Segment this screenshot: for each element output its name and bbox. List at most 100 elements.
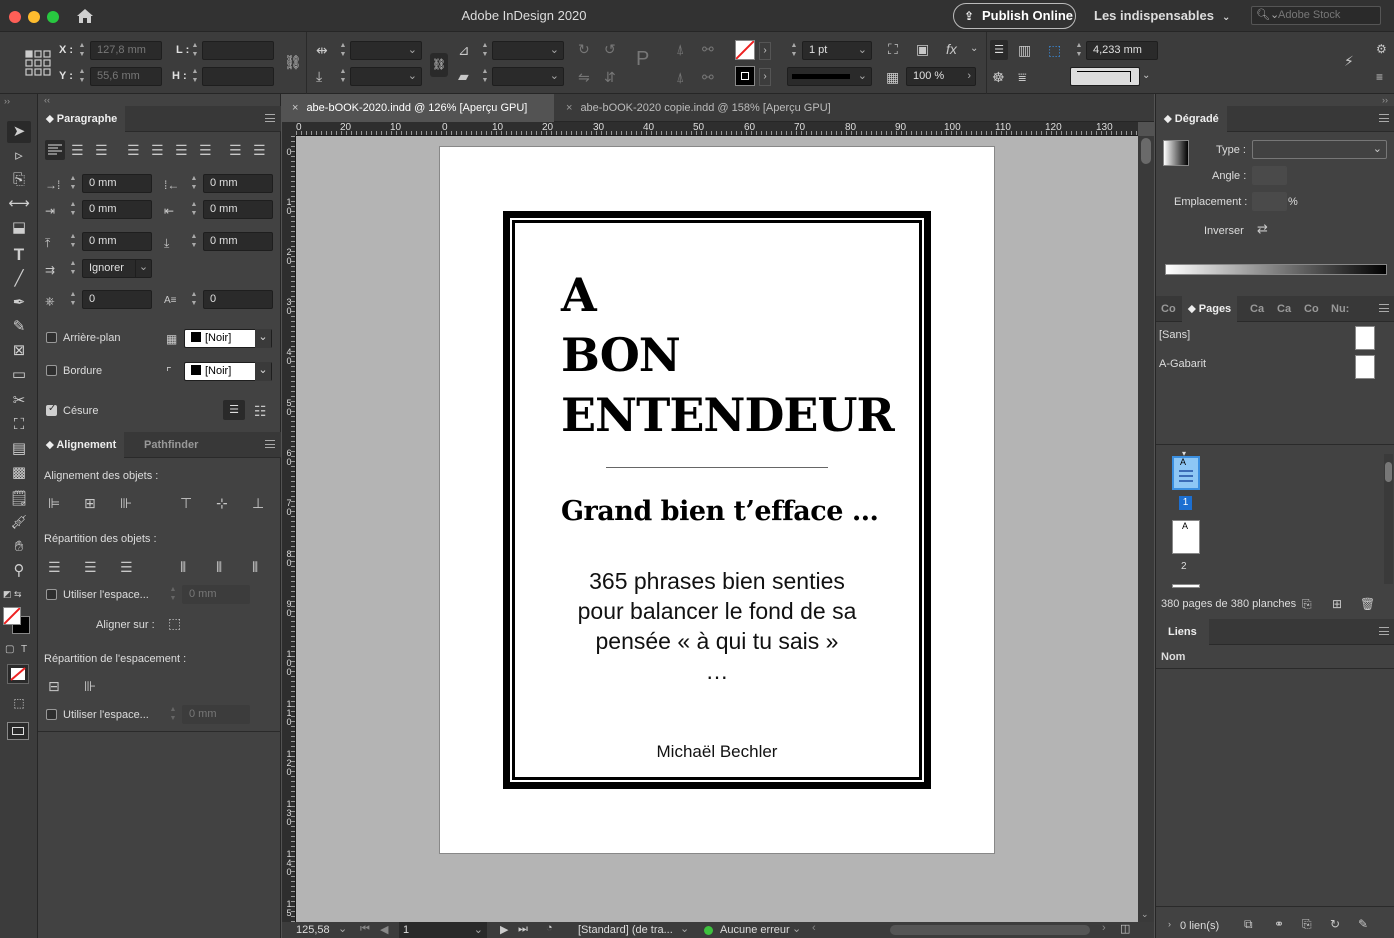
- align-towards-spine-icon[interactable]: ☰: [229, 143, 242, 157]
- master-none[interactable]: [Sans]: [1159, 329, 1190, 341]
- gradient-swatch-tool-icon[interactable]: ▤: [7, 438, 31, 460]
- gap-tool-icon[interactable]: ⟷: [7, 193, 31, 215]
- text-wrap-jump-icon[interactable]: ⩸: [1018, 70, 1027, 84]
- select-content-icon[interactable]: ⚯: [702, 42, 714, 56]
- workspace-switcher[interactable]: Les indispensables ⌄: [1094, 8, 1230, 23]
- corner-shape-dropdown[interactable]: [1070, 67, 1140, 86]
- next-page-icon[interactable]: ▶: [500, 923, 508, 936]
- constrain-proportions-icon[interactable]: ⛓: [284, 55, 302, 69]
- open-page-icon[interactable]: ◔: [546, 922, 553, 934]
- page-2-thumbnail[interactable]: A: [1172, 520, 1200, 554]
- border-checkbox[interactable]: [46, 365, 57, 376]
- preview-mode-icon[interactable]: ⬚: [7, 692, 31, 714]
- relink-icon[interactable]: ⚭: [1274, 917, 1284, 931]
- hyphenate-checkbox[interactable]: [46, 403, 57, 416]
- scale-x-stepper[interactable]: ▲ ▼: [338, 41, 348, 60]
- x-field[interactable]: 127,8 mm: [90, 41, 162, 60]
- links-name-column[interactable]: Nom: [1161, 651, 1185, 663]
- master-none-thumbnail[interactable]: [1355, 326, 1375, 350]
- align-to-selection-icon[interactable]: ⬚: [168, 616, 181, 630]
- left-indent-stepper[interactable]: ▲ ▼: [68, 174, 78, 193]
- tab-paragraph[interactable]: ⬥ Paragraphe: [38, 106, 126, 132]
- select-previous-icon[interactable]: ⍋: [676, 70, 684, 84]
- shear-field[interactable]: ⌄: [492, 67, 564, 86]
- page-size-icon[interactable]: ⎘: [1302, 597, 1312, 611]
- tab-links[interactable]: Liens: [1156, 619, 1209, 645]
- single-column-icon[interactable]: ☰: [223, 400, 245, 420]
- formatting-container-icon[interactable]: ▢: [5, 644, 14, 655]
- default-colors-icon[interactable]: ◩ ⇆: [3, 589, 22, 600]
- quick-apply-icon[interactable]: ⚡︎: [1344, 54, 1354, 68]
- style-indicator[interactable]: [Standard] (de tra...: [578, 924, 673, 936]
- rotate-stepper[interactable]: ▲ ▼: [480, 41, 490, 60]
- panel-menu-icon[interactable]: [265, 440, 275, 448]
- align-left-edges-icon[interactable]: ⊫: [48, 496, 60, 510]
- pencil-tool-icon[interactable]: ✎: [7, 316, 31, 338]
- tab-gradient[interactable]: ⬥ Dégradé: [1156, 106, 1227, 132]
- distribute-vspace-icon[interactable]: ⊟: [48, 679, 60, 693]
- tab-alignment[interactable]: ⬥ Alignement: [38, 432, 125, 458]
- page-1-thumbnail[interactable]: A: [1172, 456, 1200, 490]
- select-container-icon[interactable]: ⍋: [676, 42, 684, 56]
- space-after-field[interactable]: 0 mm: [203, 232, 273, 251]
- master-a-thumbnail[interactable]: [1355, 355, 1375, 379]
- eyedropper-tool-icon[interactable]: 💉︎: [7, 512, 31, 534]
- update-link-icon[interactable]: ↻: [1330, 917, 1340, 931]
- text-wrap-bbox-icon[interactable]: ▥: [1018, 43, 1031, 57]
- last-line-indent-stepper[interactable]: ▲ ▼: [189, 200, 199, 219]
- height-field[interactable]: [202, 67, 274, 86]
- selection-tool-icon[interactable]: ➤: [7, 121, 31, 143]
- line-tool-icon[interactable]: ╱: [7, 268, 31, 290]
- align-vertical-centers-icon[interactable]: ⊹: [216, 496, 228, 510]
- gradient-location-field[interactable]: [1252, 192, 1287, 211]
- stroke-menu-arrow-icon[interactable]: ›: [759, 68, 771, 86]
- panel-menu-icon[interactable]: [265, 114, 275, 122]
- flip-horizontal-icon[interactable]: ⇋: [578, 70, 590, 84]
- last-line-indent-field[interactable]: 0 mm: [203, 200, 273, 219]
- stock-search-input[interactable]: 🔍︎⌄ Adobe Stock: [1251, 6, 1381, 25]
- apply-none-icon[interactable]: [7, 664, 29, 684]
- scroll-thumb[interactable]: [1141, 138, 1151, 164]
- align-to-grid-dropdown[interactable]: Ignorer ⌄: [82, 259, 152, 278]
- zoom-tool-icon[interactable]: ⚲: [7, 560, 31, 582]
- reverse-gradient-icon[interactable]: ⇄: [1257, 222, 1268, 236]
- page-tool-icon[interactable]: ⎘: [7, 169, 31, 191]
- panel-menu-icon[interactable]: [1379, 114, 1389, 122]
- tab-co[interactable]: Co: [1156, 296, 1181, 322]
- fit-frame-icon[interactable]: ⛶: [888, 42, 898, 56]
- cc-libraries-icon[interactable]: ⧉: [1244, 917, 1253, 931]
- tab-nu[interactable]: Nu:: [1323, 296, 1357, 322]
- zoom-menu-icon[interactable]: ⌄: [338, 922, 347, 935]
- span-columns-icon[interactable]: ☷: [254, 404, 267, 418]
- offset-stepper[interactable]: ▲ ▼: [1074, 41, 1084, 60]
- shading-color-dropdown[interactable]: [Noir] ⌄: [184, 329, 272, 348]
- rotate-ccw-icon[interactable]: ↺: [604, 42, 616, 56]
- gradient-angle-field[interactable]: [1252, 166, 1287, 185]
- gradient-feather-tool-icon[interactable]: ▩: [7, 462, 31, 484]
- horizontal-ruler[interactable]: 0 20 10 0 10 20 30 40 50 60 70 80 90 100…: [296, 122, 1138, 136]
- close-tab-icon[interactable]: ×: [292, 102, 298, 114]
- border-color-dropdown[interactable]: [Noir] ⌄: [184, 362, 272, 381]
- flip-vertical-icon[interactable]: ⇵: [604, 70, 616, 84]
- scroll-down-icon[interactable]: ⌄: [1141, 909, 1149, 920]
- direct-selection-tool-icon[interactable]: ▹: [7, 145, 31, 167]
- distribute-left-icon[interactable]: ⦀: [180, 560, 186, 574]
- note-tool-icon[interactable]: 🗒︎: [7, 488, 31, 510]
- first-line-indent-stepper[interactable]: ▲ ▼: [68, 200, 78, 219]
- align-right-edges-icon[interactable]: ⊪: [120, 496, 132, 510]
- spacing-stepper[interactable]: ▲ ▼: [168, 585, 178, 604]
- vertical-scrollbar[interactable]: ⌄: [1138, 136, 1154, 922]
- space-before-stepper[interactable]: ▲ ▼: [68, 232, 78, 251]
- panel-menu-icon[interactable]: [1379, 304, 1389, 312]
- formatting-text-icon[interactable]: T: [21, 644, 27, 655]
- drop-cap-lines-field[interactable]: 0: [82, 290, 152, 309]
- preflight-menu-icon[interactable]: ⌄: [792, 922, 801, 935]
- book-title-line-1[interactable]: A: [561, 270, 597, 320]
- border-settings-icon[interactable]: ⌜: [166, 365, 172, 379]
- delete-page-icon[interactable]: 🗑︎: [1360, 597, 1375, 611]
- left-indent-field[interactable]: 0 mm: [82, 174, 152, 193]
- distribute-right-icon[interactable]: ⦀: [252, 560, 258, 574]
- right-indent-field[interactable]: 0 mm: [203, 174, 273, 193]
- justify-center-icon[interactable]: ☰: [151, 143, 164, 157]
- fit-content-icon[interactable]: ▣: [916, 42, 929, 56]
